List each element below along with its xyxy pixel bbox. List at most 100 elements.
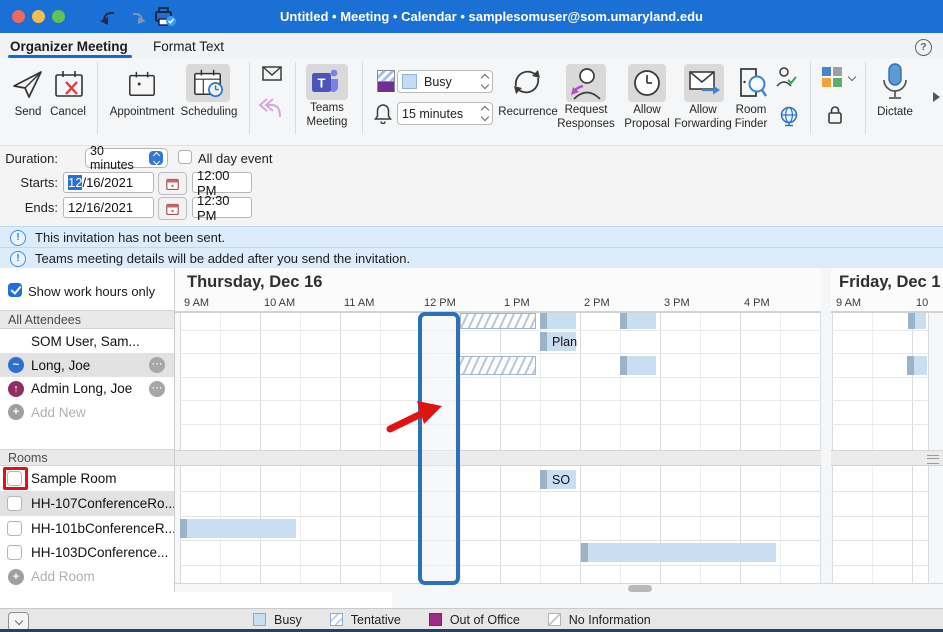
mail-icon[interactable] [262,66,282,81]
print-icon[interactable] [152,7,177,27]
attendee-row[interactable]: ↑Admin Long, Joe⋯ [0,377,174,400]
ribbon-tab-bar: Organizer Meeting Format Text [0,33,943,58]
show-as-status-icon [377,70,395,92]
gridline-vertical [928,312,929,583]
busy-block [620,356,656,375]
gridline-horizontal [180,330,928,331]
time-tick-label: 10 AM [264,297,295,309]
help-icon[interactable]: ? [915,39,932,56]
ribbon-overflow-icon[interactable] [933,92,940,102]
tab-format-text[interactable]: Format Text [153,39,224,54]
busy-block: Plan [540,332,576,351]
room-finder-button[interactable] [734,64,770,102]
dictate-button[interactable] [874,60,916,104]
all-day-label: All day event [198,151,272,166]
ends-time-field[interactable]: 12:30 PM [192,197,252,218]
appointment-button[interactable] [112,66,172,102]
teams-meeting-button[interactable]: T [306,64,348,100]
starts-date-rest: /16/2021 [82,175,133,190]
undo-icon[interactable] [100,8,120,25]
ribbon: Send Cancel Appointment [0,58,943,146]
room-row[interactable]: HH-107ConferenceRo... [0,491,174,516]
busy-block [180,519,296,538]
selected-time-slot[interactable] [418,312,460,585]
block-edge [180,519,187,538]
busy-swatch-icon [253,613,266,626]
categorize-chevron-icon[interactable] [848,73,856,81]
add-room[interactable]: +Add Room [0,565,174,588]
add-new-attendee[interactable]: +Add New [0,400,174,424]
title-bar: Untitled • Meeting • Calendar • sampleso… [0,0,943,33]
show-work-hours-checkbox[interactable] [8,283,22,297]
attendee-more-button[interactable]: ⋯ [149,381,165,397]
room-name: HH-101bConferenceR... [31,521,174,536]
room-checkbox[interactable] [7,545,22,560]
room-name: HH-107ConferenceRo... [31,496,174,511]
chevron-down-icon [14,616,22,624]
starts-date-picker-button[interactable] [158,172,187,195]
oof-swatch-icon [429,613,442,626]
timezone-globe-icon[interactable] [779,106,799,127]
show-as-stepper-icon[interactable] [482,75,488,88]
calendar-picker-icon [166,203,179,215]
cancel-button[interactable] [48,66,90,102]
block-edge [620,313,627,329]
categorize-icon[interactable] [822,67,843,88]
appointment-icon [127,69,157,99]
busy-block: SO [540,470,576,489]
starts-date-field[interactable]: 12/16/2021 [63,172,154,193]
room-checkbox[interactable] [7,521,22,536]
request-responses-button[interactable] [566,64,606,102]
block-edge [620,356,627,375]
tab-organizer-meeting[interactable]: Organizer Meeting [10,39,128,54]
teams-meeting-label: Teams Meeting [300,102,354,129]
request-responses-label: Request Responses [553,104,619,131]
room-row[interactable]: HH-103DConference... [0,540,174,565]
ends-date-picker-button[interactable] [158,197,187,220]
reminder-stepper-icon[interactable] [482,107,488,120]
notice-bar: ! Teams meeting details will be added aft… [0,247,943,269]
send-button[interactable] [8,66,48,102]
attendee-row[interactable]: ~Long, Joe⋯ [0,353,174,377]
add-icon: + [8,569,24,585]
attendee-row[interactable]: SOM User, Sam... [0,329,174,353]
lock-icon[interactable] [826,104,844,125]
close-window-button[interactable] [12,10,25,23]
notice-text: Teams meeting details will be added afte… [35,251,410,266]
block-edge [581,543,588,562]
show-as-dropdown[interactable]: Busy [397,70,493,93]
check-names-icon[interactable] [775,66,797,88]
room-row[interactable]: HH-101bConferenceR... [0,516,174,540]
allow-proposal-button[interactable] [628,64,666,102]
busy-swatch-icon [402,74,417,89]
grid-bottom-border [175,583,943,584]
legend-label: Tentative [351,613,401,627]
splitter-grip-icon[interactable] [927,455,939,464]
attendee-more-button[interactable]: ⋯ [149,357,165,373]
show-work-hours-label: Show work hours only [28,284,155,299]
starts-time-field[interactable]: 12:00 PM [192,172,252,193]
minimize-window-button[interactable] [32,10,45,23]
recurrence-button[interactable] [503,62,551,102]
block-edge [540,470,547,489]
all-day-checkbox[interactable] [178,150,192,164]
scheduling-button[interactable] [186,64,230,102]
busy-block [581,543,776,562]
time-tick-label: 2 PM [584,297,610,309]
info-icon: ! [10,251,26,267]
legend-label: Out of Office [450,613,520,627]
zoom-window-button[interactable] [52,10,65,23]
dictate-mic-icon [881,62,909,102]
cancel-icon [53,69,85,99]
reminder-dropdown[interactable]: 15 minutes [397,102,493,125]
duration-dropdown[interactable]: 30 minutes [85,148,168,168]
room-checkbox[interactable] [7,496,22,511]
window-title: Untitled • Meeting • Calendar • sampleso… [200,9,783,24]
hscroll-thumb[interactable] [628,585,652,592]
ends-date-field[interactable]: 12/16/2021 [63,197,154,218]
time-tick-label: 1 PM [504,297,530,309]
attendee-name: Long, Joe [31,358,90,373]
time-tick-label: 9 AM [184,297,209,309]
gridline-horizontal [180,540,928,541]
allow-forwarding-button[interactable] [684,64,724,102]
